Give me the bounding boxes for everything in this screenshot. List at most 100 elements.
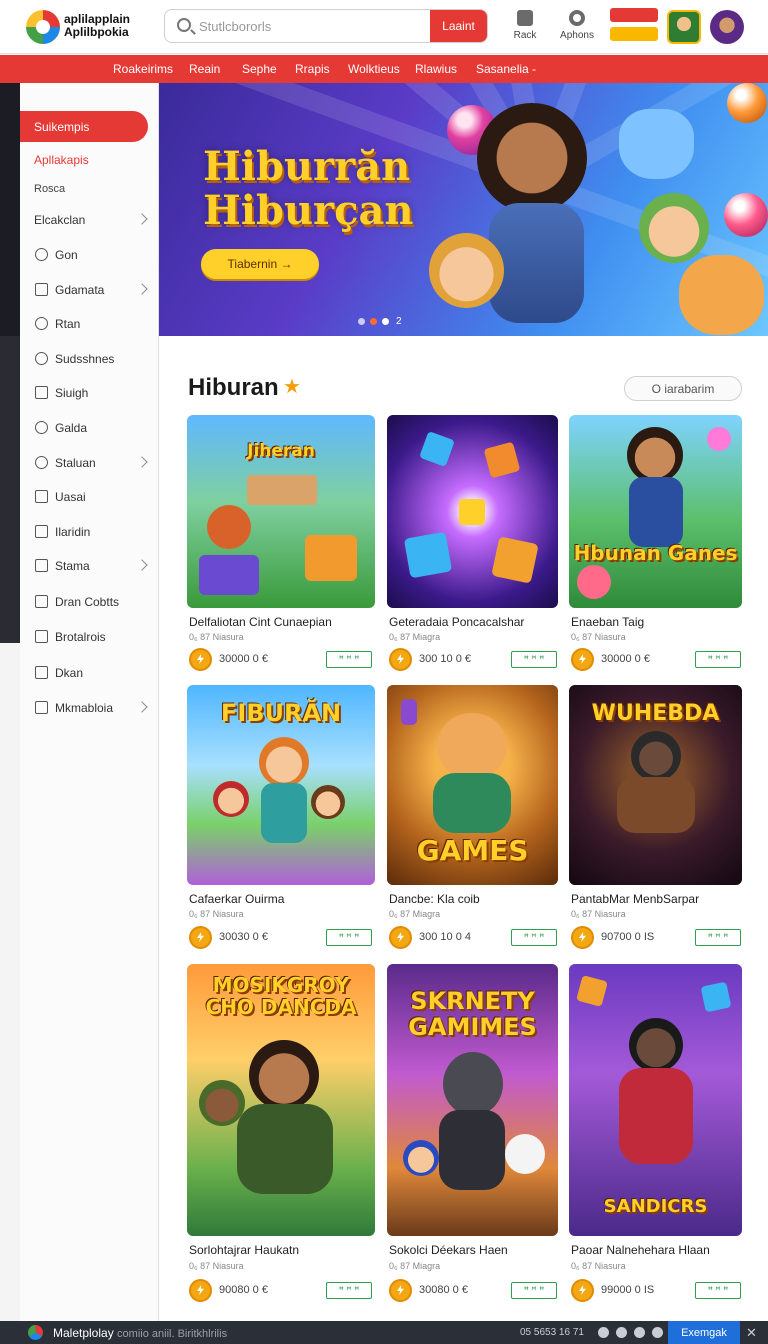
- game-thumbnail[interactable]: GAMES: [387, 685, 558, 885]
- game-card[interactable]: SKRNETY GAMIMES Sokolci Déekars Haen 0₆ …: [387, 964, 558, 1306]
- game-card[interactable]: WUHEBDA PantabMar MenbSarpar 0₆ 87 Niasu…: [569, 685, 742, 953]
- sidebar-item[interactable]: Dran Cobtts: [20, 590, 159, 614]
- sidebar-item[interactable]: Gdamata: [20, 278, 159, 302]
- game-tag[interactable]: ꟸ ꟸ ꟸ: [695, 929, 741, 946]
- view-all-button[interactable]: O iarabarim: [624, 376, 742, 401]
- sidebar-item[interactable]: Dkan: [20, 661, 159, 685]
- taskbar-app-name: Maletplolay comiio aniil. Biritkhlrilis: [53, 1326, 227, 1340]
- game-tag[interactable]: ꟸ ꟸ ꟸ: [695, 1282, 741, 1299]
- network-icon[interactable]: [616, 1327, 627, 1338]
- game-tag[interactable]: ꟸ ꟸ ꟸ: [326, 929, 372, 946]
- game-title[interactable]: PantabMar MenbSarpar: [571, 892, 699, 906]
- game-tag[interactable]: ꟸ ꟸ ꟸ: [511, 929, 557, 946]
- game-title[interactable]: Paoar Nalnehehara Hlaan: [571, 1243, 710, 1257]
- chevron-right-icon: [136, 213, 148, 225]
- sidebar-item[interactable]: Brotalrois: [20, 625, 159, 649]
- game-card[interactable]: MOSIKGROY CHO DANCDA Sorlohtajrar Haukat…: [187, 964, 375, 1306]
- section-title: Hiburan: [188, 374, 279, 401]
- user-avatar[interactable]: [667, 10, 701, 44]
- game-subtitle: 0₆ 87 Niasura: [571, 909, 626, 919]
- coin-icon: [189, 926, 212, 949]
- sidebar-item[interactable]: Gon: [20, 243, 159, 267]
- game-thumbnail[interactable]: Jiheran: [187, 415, 375, 608]
- sidebar-item[interactable]: Siuigh: [20, 381, 159, 405]
- nav-item[interactable]: Roakeirims: [113, 62, 173, 76]
- game-title[interactable]: Cafaerkar Ouirma: [189, 892, 284, 906]
- bubble-decoration: [727, 83, 767, 123]
- game-title[interactable]: Dancbe: Kla coib: [389, 892, 480, 906]
- settings-icon[interactable]: [598, 1327, 609, 1338]
- sidebar-link-rosca[interactable]: Rosca: [34, 183, 65, 195]
- building-icon: [517, 10, 533, 26]
- carousel-dot[interactable]: [382, 318, 389, 326]
- game-tag[interactable]: ꟸ ꟸ ꟸ: [511, 651, 557, 668]
- sidebar-item[interactable]: Sudsshnes: [20, 347, 159, 371]
- sidebar-item[interactable]: Staluan: [20, 451, 159, 475]
- nav-item[interactable]: Rlawius: [415, 62, 457, 76]
- game-title[interactable]: Geteradaia Poncacalshar: [389, 615, 524, 629]
- reward-badges[interactable]: [610, 8, 658, 41]
- game-thumbnail[interactable]: MOSIKGROY CHO DANCDA: [187, 964, 375, 1236]
- sidebar-item-active[interactable]: Suikempis: [20, 111, 148, 142]
- game-thumbnail[interactable]: Hbunan Ganes: [569, 415, 742, 608]
- character-figure: [259, 737, 309, 787]
- sidebar-item[interactable]: Mkmabloia: [20, 696, 159, 720]
- game-card[interactable]: SANDICRS Paoar Nalnehehara Hlaan 0₆ 87 N…: [569, 964, 742, 1306]
- game-title[interactable]: Delfaliotan Cint Cunaepian: [189, 615, 332, 629]
- coin-icon: [189, 1279, 212, 1302]
- app-logo-icon[interactable]: [26, 10, 60, 44]
- chevron-right-icon: [136, 701, 148, 713]
- aphons-button[interactable]: Aphons: [552, 10, 602, 41]
- game-art-title: SKRNETY GAMIMES: [408, 987, 537, 1041]
- nav-item[interactable]: Reain: [189, 62, 220, 76]
- nav-item[interactable]: Sephe: [242, 62, 277, 76]
- nav-item[interactable]: Sasanelia -: [476, 62, 536, 76]
- sidebar-item-label: Elcakclan: [34, 213, 86, 227]
- game-thumbnail[interactable]: FIBURĂN: [187, 685, 375, 885]
- game-title[interactable]: Sokolci Déekars Haen: [389, 1243, 508, 1257]
- profile-avatar[interactable]: [710, 10, 744, 44]
- sidebar-item-label: Rtan: [55, 317, 81, 331]
- chevron-right-icon: [136, 559, 148, 571]
- game-thumbnail[interactable]: WUHEBDA: [569, 685, 742, 885]
- sidebar-item[interactable]: Uasai: [20, 485, 159, 509]
- game-thumbnail[interactable]: [387, 415, 558, 608]
- sidebar-item[interactable]: Elcakclan: [20, 208, 159, 232]
- game-tag[interactable]: ꟸ ꟸ ꟸ: [326, 1282, 372, 1299]
- game-card[interactable]: Hbunan Ganes Enaeban Taig 0₆ 87 Niasura …: [569, 415, 742, 675]
- game-title[interactable]: Enaeban Taig: [571, 615, 644, 629]
- sidebar-item[interactable]: Rtan: [20, 312, 159, 336]
- game-tag[interactable]: ꟸ ꟸ ꟸ: [326, 651, 372, 668]
- browser-logo-icon[interactable]: [28, 1325, 43, 1340]
- hero-cta-button[interactable]: Tiabernin →: [201, 249, 319, 279]
- nav-item[interactable]: Rrapis: [295, 62, 330, 76]
- volume-icon[interactable]: [634, 1327, 645, 1338]
- game-card[interactable]: Jiheran Delfaliotan Cint Cunaepian 0₆ 87…: [187, 415, 375, 675]
- game-card[interactable]: GAMES Dancbe: Kla coib 0₆ 87 Miagra 300 …: [387, 685, 558, 953]
- game-title[interactable]: Sorlohtajrar Haukatn: [189, 1243, 299, 1257]
- rack-button[interactable]: Rack: [500, 10, 550, 41]
- app-logo-text[interactable]: aplilapplain Aplilbpokia: [64, 13, 130, 39]
- sidebar-item[interactable]: Stama: [20, 554, 159, 578]
- sidebar-link-apps[interactable]: Apllakapis: [34, 153, 89, 167]
- game-subtitle: 0₆ 87 Niasura: [571, 632, 626, 642]
- game-thumbnail[interactable]: SKRNETY GAMIMES: [387, 964, 558, 1236]
- nav-item[interactable]: Wolktieus: [348, 62, 400, 76]
- game-card[interactable]: Geteradaia Poncacalshar 0₆ 87 Miagra 300…: [387, 415, 558, 675]
- sidebar-item[interactable]: Ilaridin: [20, 520, 159, 544]
- hero-banner[interactable]: Hiburrăn Hiburçan Tiabernin → 2: [159, 83, 768, 336]
- sidebar-item[interactable]: Galda: [20, 416, 159, 440]
- game-thumbnail[interactable]: SANDICRS: [569, 964, 742, 1236]
- game-card[interactable]: FIBURĂN Cafaerkar Ouirma 0₆ 87 Niasura 3…: [187, 685, 375, 953]
- carousel-dot-active[interactable]: [370, 318, 377, 326]
- search-button[interactable]: Laaint: [430, 10, 487, 42]
- taskbar-action-button[interactable]: Exemgak: [668, 1321, 740, 1344]
- bubble-decoration: [724, 193, 768, 237]
- game-tag[interactable]: ꟸ ꟸ ꟸ: [695, 651, 741, 668]
- game-tag[interactable]: ꟸ ꟸ ꟸ: [511, 1282, 557, 1299]
- character-figure: [213, 781, 249, 817]
- search-input[interactable]: [199, 10, 429, 42]
- battery-icon[interactable]: [652, 1327, 663, 1338]
- carousel-dot[interactable]: [358, 318, 365, 326]
- close-icon[interactable]: ✕: [746, 1325, 757, 1341]
